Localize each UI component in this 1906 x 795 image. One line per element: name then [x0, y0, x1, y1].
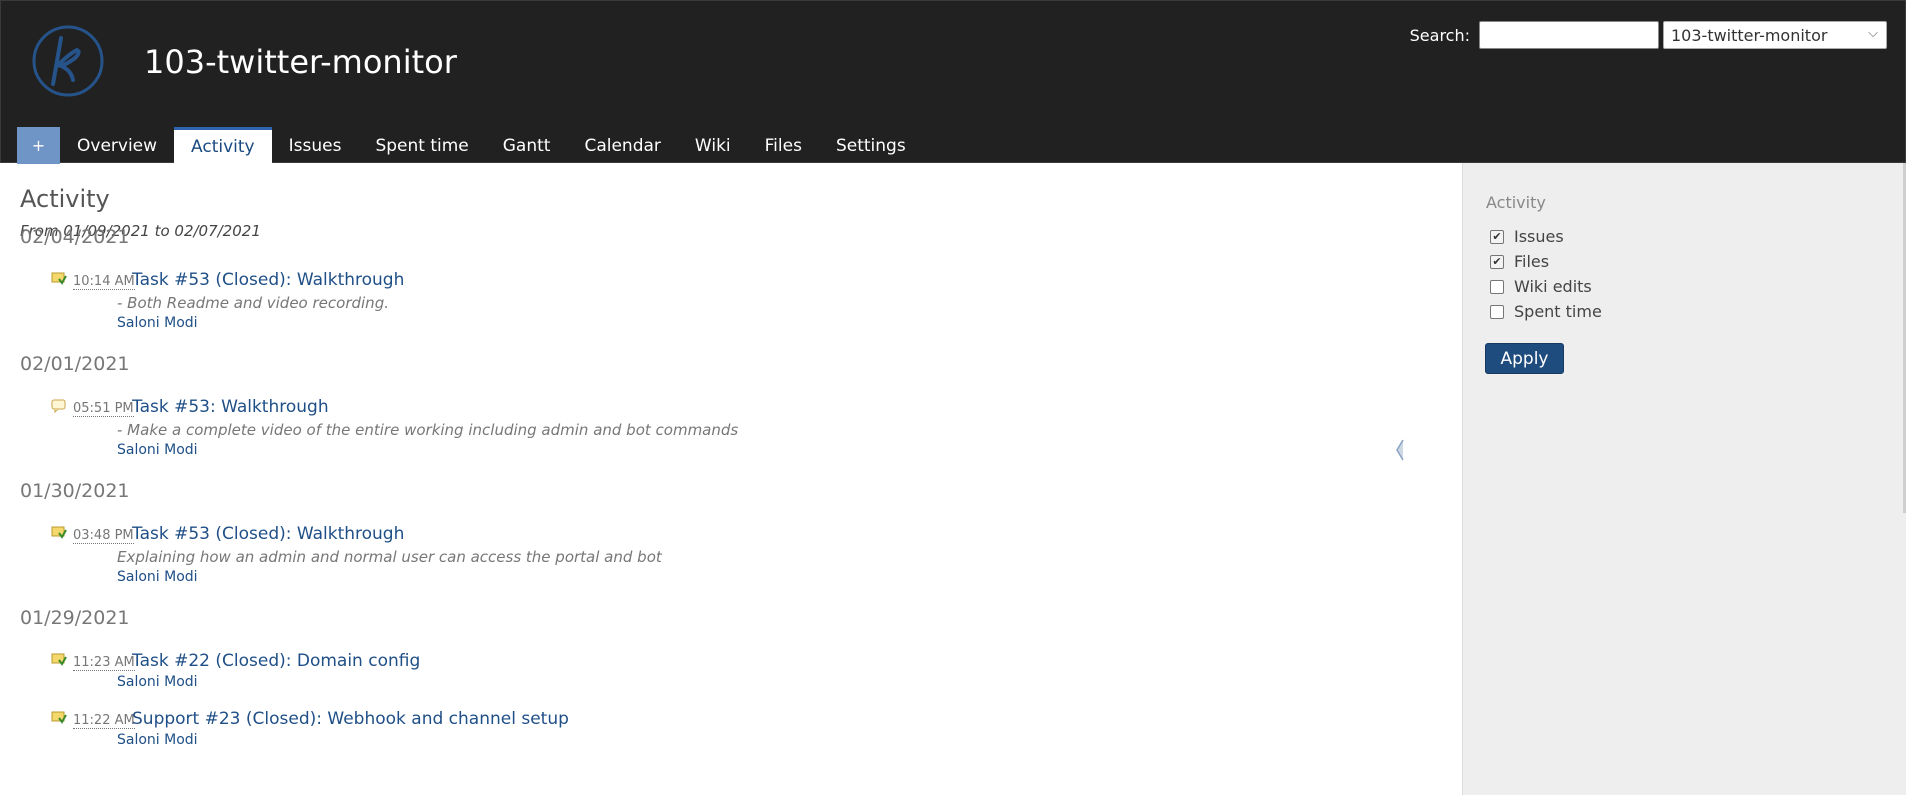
filter-label: Spent time [1514, 302, 1602, 321]
tab-gantt[interactable]: Gantt [486, 127, 568, 164]
quick-search: Search: 103-twitter-monitor ⌵ [1410, 21, 1887, 49]
filter-label: Issues [1514, 227, 1564, 246]
event-time: 03:48 PM [73, 528, 134, 544]
activity-event: 03:48 PM Task #53 (Closed): Walkthrough Ex… [51, 524, 1051, 585]
day-heading: 02/01/2021 [20, 353, 130, 375]
event-description: - Make a complete video of the entire wo… [117, 421, 739, 439]
issue-closed-icon [51, 711, 67, 724]
activity-event: 05:51 PM Task #53: Walkthrough - Make a co… [51, 397, 1051, 458]
sidebar: Activity ✔ Issues ✔ Files Wiki edits Spent ti… [1462, 163, 1906, 795]
sidebar-heading: Activity [1486, 193, 1546, 212]
checkbox[interactable] [1490, 279, 1504, 294]
event-title-link[interactable]: Support #23 (Closed): Webhook and channe… [132, 709, 569, 729]
issue-closed-icon [51, 272, 67, 285]
day-heading: 01/29/2021 [20, 607, 130, 629]
logo-icon[interactable] [31, 24, 105, 98]
tab-wiki[interactable]: Wiki [678, 127, 748, 164]
sidebar-toggle-icon[interactable] [1395, 437, 1404, 463]
activity-event: 11:23 AM Task #22 (Closed): Domain config… [51, 651, 1051, 711]
event-title-link[interactable]: Task #53 (Closed): Walkthrough [132, 270, 404, 290]
event-title-link[interactable]: Task #53: Walkthrough [132, 397, 329, 417]
issue-closed-icon [51, 526, 67, 539]
tab-spent-time[interactable]: Spent time [358, 127, 485, 164]
content: Activity From 01/09/2021 to 02/07/2021 0… [0, 163, 1462, 795]
tab-overview[interactable]: Overview [60, 127, 174, 164]
activity-event: 10:14 AM Task #53 (Closed): Walkthrough - … [51, 270, 1051, 331]
search-label: Search: [1409, 25, 1470, 45]
issue-closed-icon [51, 653, 67, 666]
header: 103-twitter-monitor Search: 103-twitter-… [0, 0, 1906, 164]
chevron-down-icon: ⌵ [1868, 26, 1878, 41]
tab-files[interactable]: Files [748, 127, 819, 164]
event-time: 10:14 AM [73, 274, 135, 290]
day-heading: 01/30/2021 [20, 480, 130, 502]
event-time: 11:22 AM [73, 713, 135, 729]
project-title: 103-twitter-monitor [144, 43, 457, 81]
event-description: Explaining how an admin and normal user … [117, 548, 662, 566]
apply-button[interactable]: Apply [1485, 343, 1564, 374]
tab-calendar[interactable]: Calendar [567, 127, 677, 164]
filter-spent-time[interactable]: Spent time [1490, 302, 1602, 321]
filter-label: Wiki edits [1514, 277, 1592, 296]
event-author-link[interactable]: Saloni Modi [117, 732, 198, 748]
new-object-button[interactable]: + [17, 127, 60, 164]
event-author-link[interactable]: Saloni Modi [117, 315, 198, 331]
activity-event: 11:22 AM Support #23 (Closed): Webhook an… [51, 709, 1051, 769]
event-title-link[interactable]: Task #53 (Closed): Walkthrough [132, 524, 404, 544]
event-author-link[interactable]: Saloni Modi [117, 674, 198, 690]
event-author-link[interactable]: Saloni Modi [117, 442, 198, 458]
event-time: 05:51 PM [73, 401, 134, 417]
event-description: - Both Readme and video recording. [117, 294, 389, 312]
filter-files[interactable]: ✔ Files [1490, 252, 1549, 271]
tab-settings[interactable]: Settings [819, 127, 923, 164]
search-input[interactable] [1479, 21, 1659, 49]
event-title-link[interactable]: Task #22 (Closed): Domain config [132, 651, 420, 671]
tab-activity[interactable]: Activity [174, 127, 272, 164]
filter-issues[interactable]: ✔ Issues [1490, 227, 1564, 246]
event-time: 11:23 AM [73, 655, 135, 671]
issue-note-icon [51, 399, 66, 413]
checkbox[interactable]: ✔ [1490, 229, 1504, 244]
main-menu: + Overview Activity Issues Spent time Gantt Ca… [17, 127, 923, 164]
filter-label: Files [1514, 252, 1550, 271]
checkbox[interactable] [1490, 304, 1504, 319]
day-heading: 02/04/2021 [20, 226, 130, 248]
tab-issues[interactable]: Issues [272, 127, 359, 164]
page-title: Activity [20, 185, 110, 213]
project-jump-select[interactable]: 103-twitter-monitor ⌵ [1663, 21, 1887, 49]
project-jump-selected: 103-twitter-monitor [1671, 25, 1828, 45]
filter-wiki-edits[interactable]: Wiki edits [1490, 277, 1592, 296]
event-author-link[interactable]: Saloni Modi [117, 569, 198, 585]
checkbox[interactable]: ✔ [1490, 254, 1504, 269]
